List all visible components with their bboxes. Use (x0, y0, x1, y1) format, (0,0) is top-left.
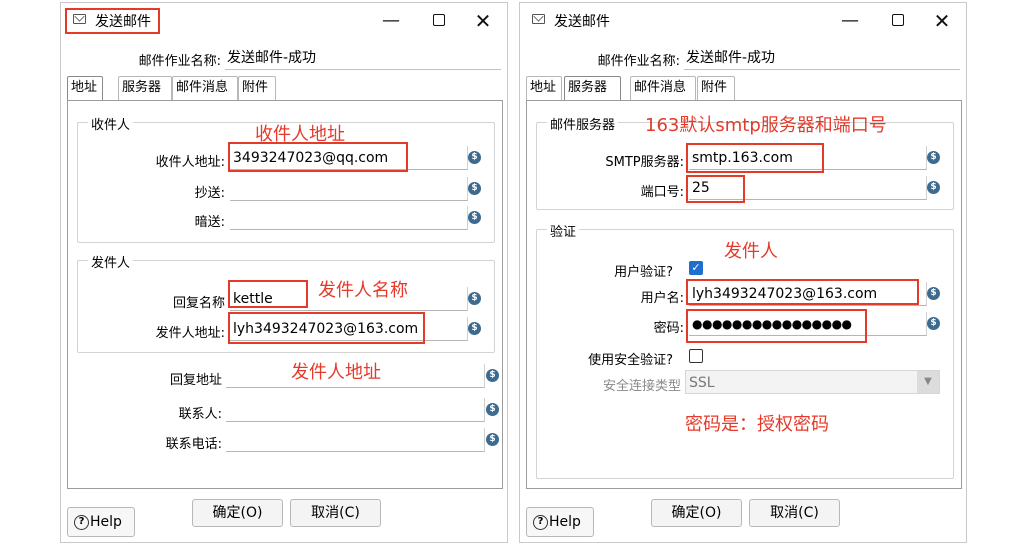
send-mail-dialog-server: 发送邮件 — ✕ 邮件作业名称: 发送邮件-成功 地址 服务器 邮件消息 附件 … (519, 2, 967, 543)
username-label: 用户名: (640, 291, 684, 306)
mail-server-group-title: 邮件服务器 (547, 114, 619, 133)
password-label: 密码: (653, 321, 684, 336)
job-name-input[interactable]: 发送邮件-成功 (225, 46, 501, 70)
title-bar: 发送邮件 — ✕ (520, 3, 966, 39)
close-button[interactable]: ✕ (463, 9, 503, 33)
phone-input[interactable] (226, 428, 485, 452)
cc-input[interactable] (230, 177, 468, 201)
maximize-icon (892, 13, 904, 26)
cancel-button[interactable]: 取消(C) (749, 499, 840, 527)
dollar-variable-icon[interactable]: $ (927, 287, 940, 300)
tab-address[interactable]: 地址 (526, 76, 562, 100)
secure-auth-row: 使用安全验证? (527, 343, 957, 369)
job-name-row: 邮件作业名称: 发送邮件-成功 (61, 45, 507, 71)
smtp-label: SMTP服务器: (605, 155, 684, 170)
dollar-variable-icon[interactable]: $ (927, 317, 940, 330)
maximize-icon (433, 13, 445, 26)
bcc-input[interactable] (230, 206, 468, 230)
sender-address-highlight (228, 312, 425, 344)
secure-type-value: SSL (689, 375, 715, 391)
maximize-button[interactable] (878, 9, 918, 33)
reply-address-row: 回复地址 $ (68, 363, 499, 389)
cc-label: 抄送: (194, 186, 225, 201)
tab-address[interactable]: 地址 (67, 76, 103, 100)
help-label: Help (549, 514, 581, 530)
tab-server[interactable]: 服务器 (118, 76, 172, 100)
tab-message[interactable]: 邮件消息 (172, 76, 238, 100)
minimize-button[interactable]: — (830, 9, 870, 33)
dollar-variable-icon[interactable]: $ (468, 151, 481, 164)
title-highlight (65, 8, 160, 34)
bcc-row: 暗送: $ (68, 205, 498, 231)
dollar-variable-icon[interactable]: $ (486, 433, 499, 446)
help-button[interactable]: ? Help (526, 507, 594, 537)
annotation-default-server: 163默认smtp服务器和端口号 (645, 115, 887, 136)
recipient-address-highlight (228, 142, 408, 172)
contact-label: 联系人: (178, 407, 222, 422)
recipient-address-label: 收件人地址: (155, 155, 225, 170)
contact-input[interactable] (226, 398, 485, 422)
send-mail-dialog-address: 发送邮件 — ✕ 邮件作业名称: 发送邮件-成功 地址 服务器 邮件消息 附件 … (60, 2, 508, 543)
user-auth-label: 用户验证? (614, 265, 673, 280)
reply-address-label: 回复地址 (169, 373, 222, 388)
annotation-sender-name: 发件人名称 (318, 280, 408, 301)
secure-type-label: 安全连接类型 (602, 379, 681, 394)
help-label: Help (90, 514, 122, 530)
sender-group-title: 发件人 (88, 252, 134, 271)
annotation-password: 密码是：授权密码 (685, 414, 829, 435)
port-label: 端口号: (640, 185, 684, 200)
annotation-recipient-address: 收件人地址 (255, 124, 345, 145)
reply-name-highlight (228, 280, 308, 308)
title-bar: 发送邮件 — ✕ (61, 3, 507, 39)
tab-server[interactable]: 服务器 (564, 76, 621, 100)
secure-type-select[interactable]: SSL ▼ (685, 370, 940, 394)
dollar-variable-icon[interactable]: $ (486, 403, 499, 416)
mail-icon (532, 14, 545, 24)
question-icon: ? (533, 515, 548, 530)
reply-name-label: 回复名称 (172, 296, 225, 311)
dollar-variable-icon[interactable]: $ (468, 182, 481, 195)
dollar-variable-icon[interactable]: $ (468, 322, 481, 335)
tab-attachment[interactable]: 附件 (697, 76, 735, 100)
username-highlight (686, 279, 919, 305)
secure-auth-label: 使用安全验证? (588, 353, 673, 368)
recipient-group-title: 收件人 (88, 114, 134, 133)
ok-button[interactable]: 确定(O) (651, 499, 742, 527)
help-button[interactable]: ? Help (67, 507, 135, 537)
bcc-label: 暗送: (194, 215, 225, 230)
job-name-label: 邮件作业名称: (597, 54, 680, 69)
dollar-variable-icon[interactable]: $ (468, 211, 481, 224)
annotation-sender-address: 发件人地址 (291, 362, 381, 383)
close-button[interactable]: ✕ (922, 9, 962, 33)
cc-row: 抄送: $ (68, 176, 498, 202)
cancel-button[interactable]: 取消(C) (290, 499, 381, 527)
dollar-variable-icon[interactable]: $ (927, 151, 940, 164)
job-name-row: 邮件作业名称: 发送邮件-成功 (520, 45, 966, 71)
sender-address-label: 发件人地址: (155, 326, 225, 341)
auth-group-title: 验证 (547, 221, 580, 240)
tab-message[interactable]: 邮件消息 (630, 76, 696, 100)
password-highlight (686, 309, 867, 343)
dollar-variable-icon[interactable]: $ (927, 181, 940, 194)
job-name-label: 邮件作业名称: (138, 54, 221, 69)
port-highlight (686, 175, 745, 203)
secure-type-row: 安全连接类型 SSL ▼ (527, 369, 957, 395)
question-icon: ? (74, 515, 89, 530)
tab-attachment[interactable]: 附件 (238, 76, 276, 100)
dollar-variable-icon[interactable]: $ (468, 292, 481, 305)
chevron-down-icon: ▼ (917, 371, 939, 393)
smtp-highlight (686, 143, 824, 173)
maximize-button[interactable] (419, 9, 459, 33)
phone-label: 联系电话: (165, 437, 222, 452)
secure-auth-checkbox[interactable] (689, 349, 703, 363)
dollar-variable-icon[interactable]: $ (486, 369, 499, 382)
job-name-input[interactable]: 发送邮件-成功 (684, 46, 960, 70)
contact-row: 联系人: $ (68, 397, 499, 423)
user-auth-checkbox[interactable]: ✓ (689, 261, 703, 275)
window-title: 发送邮件 (554, 14, 610, 30)
ok-button[interactable]: 确定(O) (192, 499, 283, 527)
phone-row: 联系电话: $ (68, 427, 499, 453)
minimize-button[interactable]: — (371, 9, 411, 33)
annotation-sender: 发件人 (724, 241, 778, 262)
